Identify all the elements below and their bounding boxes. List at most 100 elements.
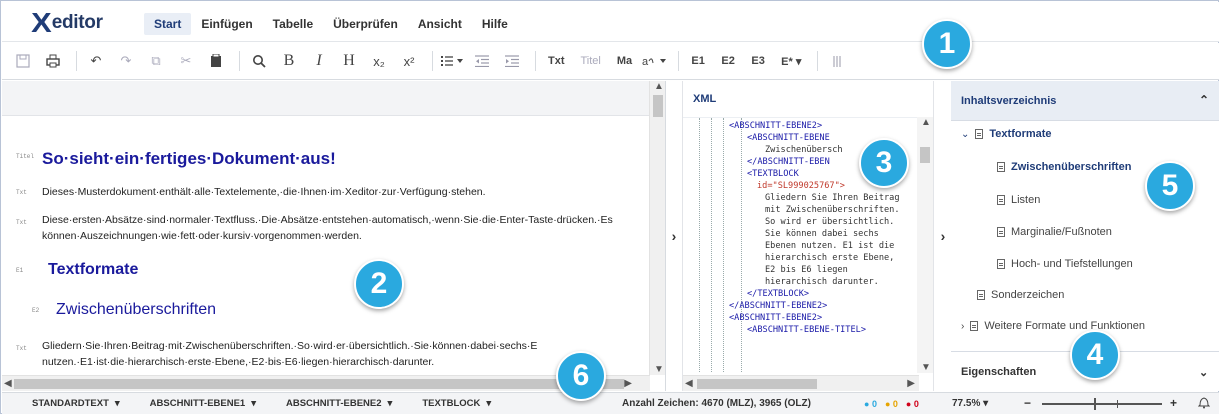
xml-horizontal-scrollbar[interactable]: ◀ ▶ [683, 375, 919, 391]
pilcrow-icon[interactable] [824, 48, 850, 74]
xml-vertical-scrollbar[interactable]: ▲ ▼ [917, 117, 933, 373]
toc-item-hoch-tief[interactable]: Hoch- und Tiefstellungen [997, 258, 1133, 270]
breadcrumb-textblock[interactable]: TEXTBLOCK ▾ [422, 398, 491, 409]
breadcrumb-abschnitt-ebene2[interactable]: ABSCHNITT-EBENE2 ▾ [286, 398, 392, 409]
character-count: Anzahl Zeichen: 4670 (MLZ), 3965 (OLZ) [622, 398, 811, 409]
toc-item-listen[interactable]: Listen [997, 194, 1040, 206]
chevron-up-icon[interactable]: ⌃ [1199, 93, 1209, 107]
xml-line: <ABSCHNITT-EBENE2> [729, 121, 823, 131]
redo-icon[interactable]: ↷ [113, 48, 139, 74]
xml-line: So wird er übersichtlich. [765, 217, 895, 227]
menu-einfuegen[interactable]: Einfügen [191, 13, 262, 35]
chevron-down-icon[interactable]: ⌄ [961, 129, 969, 140]
caret-down-icon: ▾ [387, 398, 393, 409]
toc-item-marginalie[interactable]: Marginalie/Fußnoten [997, 226, 1112, 238]
paragraph-line-4[interactable]: nutzen.·E1·ist·die·hierarchisch·erste·Eb… [42, 355, 434, 370]
document-editor[interactable]: Titel So·sieht·ein·fertiges·Dokument·aus… [2, 81, 666, 391]
collapse-toc-toggle[interactable]: › [935, 81, 951, 391]
scroll-down-icon[interactable]: ▼ [654, 364, 664, 375]
scrollbar-thumb[interactable] [653, 95, 663, 117]
titel-button[interactable]: Titel [575, 48, 607, 74]
callout-badge-5: 5 [1145, 161, 1195, 211]
scroll-down-icon[interactable]: ▼ [921, 362, 931, 373]
scrollbar-thumb[interactable] [920, 147, 930, 163]
menu-ansicht[interactable]: Ansicht [408, 13, 472, 35]
heading-textformate[interactable]: Textformate [48, 261, 138, 279]
paragraph-line-1[interactable]: Diese·ersten·Absätze·sind·normaler·Textf… [42, 213, 613, 228]
scroll-right-icon[interactable]: ▶ [907, 378, 915, 389]
info-count[interactable]: ● 0 [864, 399, 877, 409]
toc-item-sonderzeichen[interactable]: Sonderzeichen [977, 289, 1064, 301]
toc-item-zwischenueberschriften[interactable]: Zwischenüberschriften [997, 161, 1132, 173]
save-icon[interactable] [10, 48, 36, 74]
toc-header[interactable]: Inhaltsverzeichnis ⌃ [951, 81, 1219, 121]
indent-decrease-icon[interactable] [469, 48, 495, 74]
breadcrumb-abschnitt-ebene1[interactable]: ABSCHNITT-EBENE1 ▾ [150, 398, 256, 409]
print-icon[interactable] [40, 48, 66, 74]
menu-tabelle[interactable]: Tabelle [263, 13, 323, 35]
e-more-dropdown[interactable]: E* ▾ [775, 48, 807, 74]
scroll-left-icon[interactable]: ◀ [4, 378, 12, 389]
logo-x: X [31, 7, 52, 38]
main-menu: Start Einfügen Tabelle Überprüfen Ansich… [144, 13, 518, 35]
scrollbar-thumb[interactable] [14, 379, 624, 389]
bold-button[interactable]: B [276, 48, 302, 74]
chevron-down-icon[interactable]: ⌄ [1199, 366, 1208, 379]
menu-hilfe[interactable]: Hilfe [472, 13, 518, 35]
zoom-dropdown[interactable]: 77.5% ▾ [952, 398, 988, 409]
editor-vertical-scrollbar[interactable]: ▲ ▼ [649, 81, 665, 375]
special-char-icon[interactable]: a [642, 48, 668, 74]
superscript-button[interactable]: x² [396, 48, 422, 74]
scroll-left-icon[interactable]: ◀ [685, 378, 693, 389]
ma-button[interactable]: Ma [611, 48, 638, 74]
italic-button[interactable]: I [306, 48, 332, 74]
paragraph-line-3[interactable]: Gliedern·Sie·Ihren·Beitrag·mit·Zwischenü… [42, 339, 537, 354]
scroll-up-icon[interactable]: ▲ [921, 117, 931, 128]
element-marker: Txt [16, 219, 27, 226]
copy-icon[interactable]: ⧉ [143, 48, 169, 74]
cut-icon[interactable]: ✂ [173, 48, 199, 74]
issue-counters[interactable]: ● 0 ● 0 ● 0 [864, 399, 919, 409]
heading-zwischenueberschriften[interactable]: Zwischenüberschriften [56, 301, 216, 319]
menu-start[interactable]: Start [144, 13, 192, 35]
callout-badge-6: 6 [556, 351, 606, 401]
toc-item-textformate[interactable]: ⌄ Textformate [961, 128, 1052, 140]
chevron-right-icon[interactable]: › [961, 321, 964, 332]
indent-guide [723, 118, 724, 373]
subscript-button[interactable]: x₂ [366, 48, 392, 74]
txt-button[interactable]: Txt [542, 48, 571, 74]
document-title[interactable]: So·sieht·ein·fertiges·Dokument·aus! [42, 149, 336, 169]
scroll-right-icon[interactable]: ▶ [624, 378, 632, 389]
menu-ueberpruefen[interactable]: Überprüfen [323, 13, 408, 35]
paste-icon[interactable] [203, 48, 229, 74]
warning-count[interactable]: ● 0 [885, 399, 898, 409]
zoom-out-button[interactable]: − [1024, 396, 1031, 410]
zoom-slider-knob[interactable] [1094, 398, 1096, 410]
bell-icon[interactable] [1197, 396, 1211, 412]
list-icon[interactable] [439, 48, 465, 74]
zoom-in-button[interactable]: + [1170, 396, 1177, 410]
breadcrumb-standardtext[interactable]: STANDARDTEXT ▾ [32, 398, 120, 409]
toolbar-separator [678, 51, 680, 71]
editor-horizontal-scrollbar[interactable]: ◀ ▶ [2, 375, 650, 391]
e1-button[interactable]: E1 [685, 48, 711, 74]
properties-title: Eigenschaften [961, 366, 1037, 378]
breadcrumb-label: ABSCHNITT-EBENE1 [149, 398, 246, 409]
element-marker: Txt [16, 189, 27, 196]
error-count[interactable]: ● 0 [906, 399, 919, 409]
paragraph-line-2[interactable]: können·Auszeichnungen·wie·fett·oder·kurs… [42, 229, 362, 244]
paragraph-intro[interactable]: Dieses·Musterdokument·enthält·alle·Texte… [42, 185, 486, 200]
scrollbar-thumb[interactable] [697, 379, 817, 389]
toc-item-weitere-formate[interactable]: › Weitere Formate und Funktionen [961, 320, 1145, 332]
collapse-xml-toggle[interactable]: › [666, 81, 682, 391]
search-icon[interactable] [246, 48, 272, 74]
indent-increase-icon[interactable] [499, 48, 525, 74]
undo-icon[interactable]: ↶ [83, 48, 109, 74]
toc-item-label: Zwischenüberschriften [1011, 161, 1132, 173]
breadcrumb-label: TEXTBLOCK [422, 398, 481, 409]
e3-button[interactable]: E3 [745, 48, 771, 74]
scroll-up-icon[interactable]: ▲ [654, 81, 664, 92]
e2-button[interactable]: E2 [715, 48, 741, 74]
heading-button[interactable]: H [336, 48, 362, 74]
zoom-slider[interactable] [1042, 398, 1162, 410]
